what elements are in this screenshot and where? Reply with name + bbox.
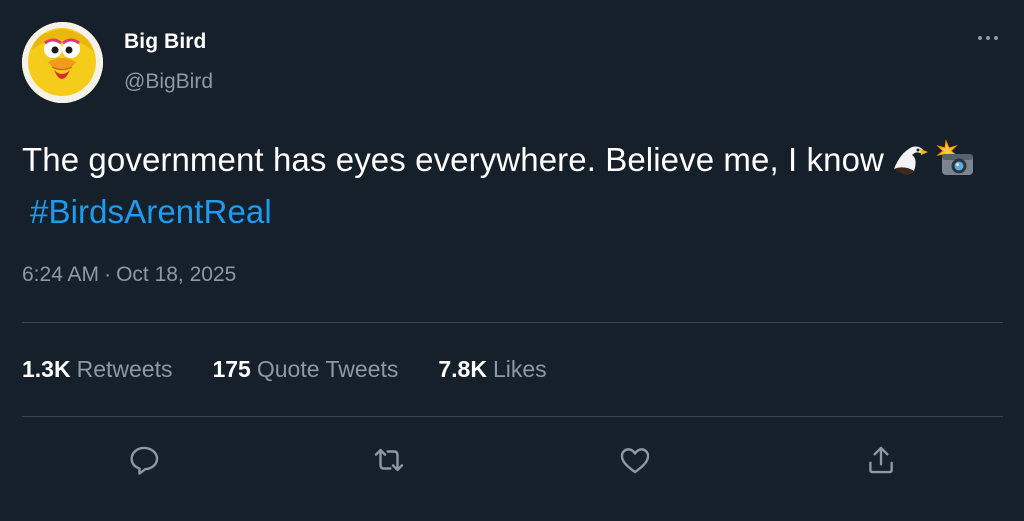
more-options-button[interactable] [968, 28, 1008, 48]
retweet-button[interactable] [366, 437, 412, 483]
like-button[interactable] [612, 437, 658, 483]
tweet-detail: Big Bird @BigBird The government has eye… [0, 0, 1024, 521]
reply-icon [130, 446, 159, 475]
more-dot-icon [986, 36, 990, 40]
retweets-stat[interactable]: 1.3K Retweets [22, 356, 172, 383]
engagement-stats: 1.3K Retweets 175 Quote Tweets 7.8K Likes [22, 356, 547, 383]
tweet-time: 6:24 AM [22, 263, 100, 286]
more-dot-icon [994, 36, 998, 40]
reply-button[interactable] [121, 437, 167, 483]
quote-tweets-stat[interactable]: 175 Quote Tweets [212, 356, 398, 383]
action-bar [0, 437, 1024, 483]
retweets-label: Retweets [76, 356, 173, 382]
hashtag-link[interactable]: #BirdsArentReal [30, 193, 272, 230]
eagle-emoji-icon [890, 139, 930, 179]
timestamp-separator: · [104, 263, 112, 286]
likes-stat[interactable]: 7.8K Likes [438, 356, 546, 383]
author-display-name[interactable]: Big Bird [124, 30, 206, 54]
likes-label: Likes [492, 356, 547, 382]
retweets-count: 1.3K [22, 356, 71, 382]
tweet-text: The government has eyes everywhere. Beli… [22, 134, 982, 238]
divider [22, 322, 1003, 323]
tweet-date: Oct 18, 2025 [116, 263, 237, 286]
share-button[interactable] [858, 437, 904, 483]
retweet-icon [374, 448, 404, 472]
big-bird-avatar-icon [22, 22, 103, 103]
quote-tweets-count: 175 [212, 356, 251, 382]
avatar[interactable] [22, 22, 103, 103]
like-icon [620, 448, 650, 474]
quote-tweets-label: Quote Tweets [256, 356, 399, 382]
likes-count: 7.8K [438, 356, 487, 382]
camera-with-flash-emoji-icon [936, 139, 976, 179]
author-handle[interactable]: @BigBird [124, 70, 213, 94]
divider [22, 416, 1003, 417]
share-icon [869, 446, 893, 474]
more-dot-icon [978, 36, 982, 40]
tweet-body-text: The government has eyes everywhere. Beli… [22, 141, 884, 178]
tweet-timestamp[interactable]: 6:24 AM · Oct 18, 2025 [22, 263, 236, 287]
